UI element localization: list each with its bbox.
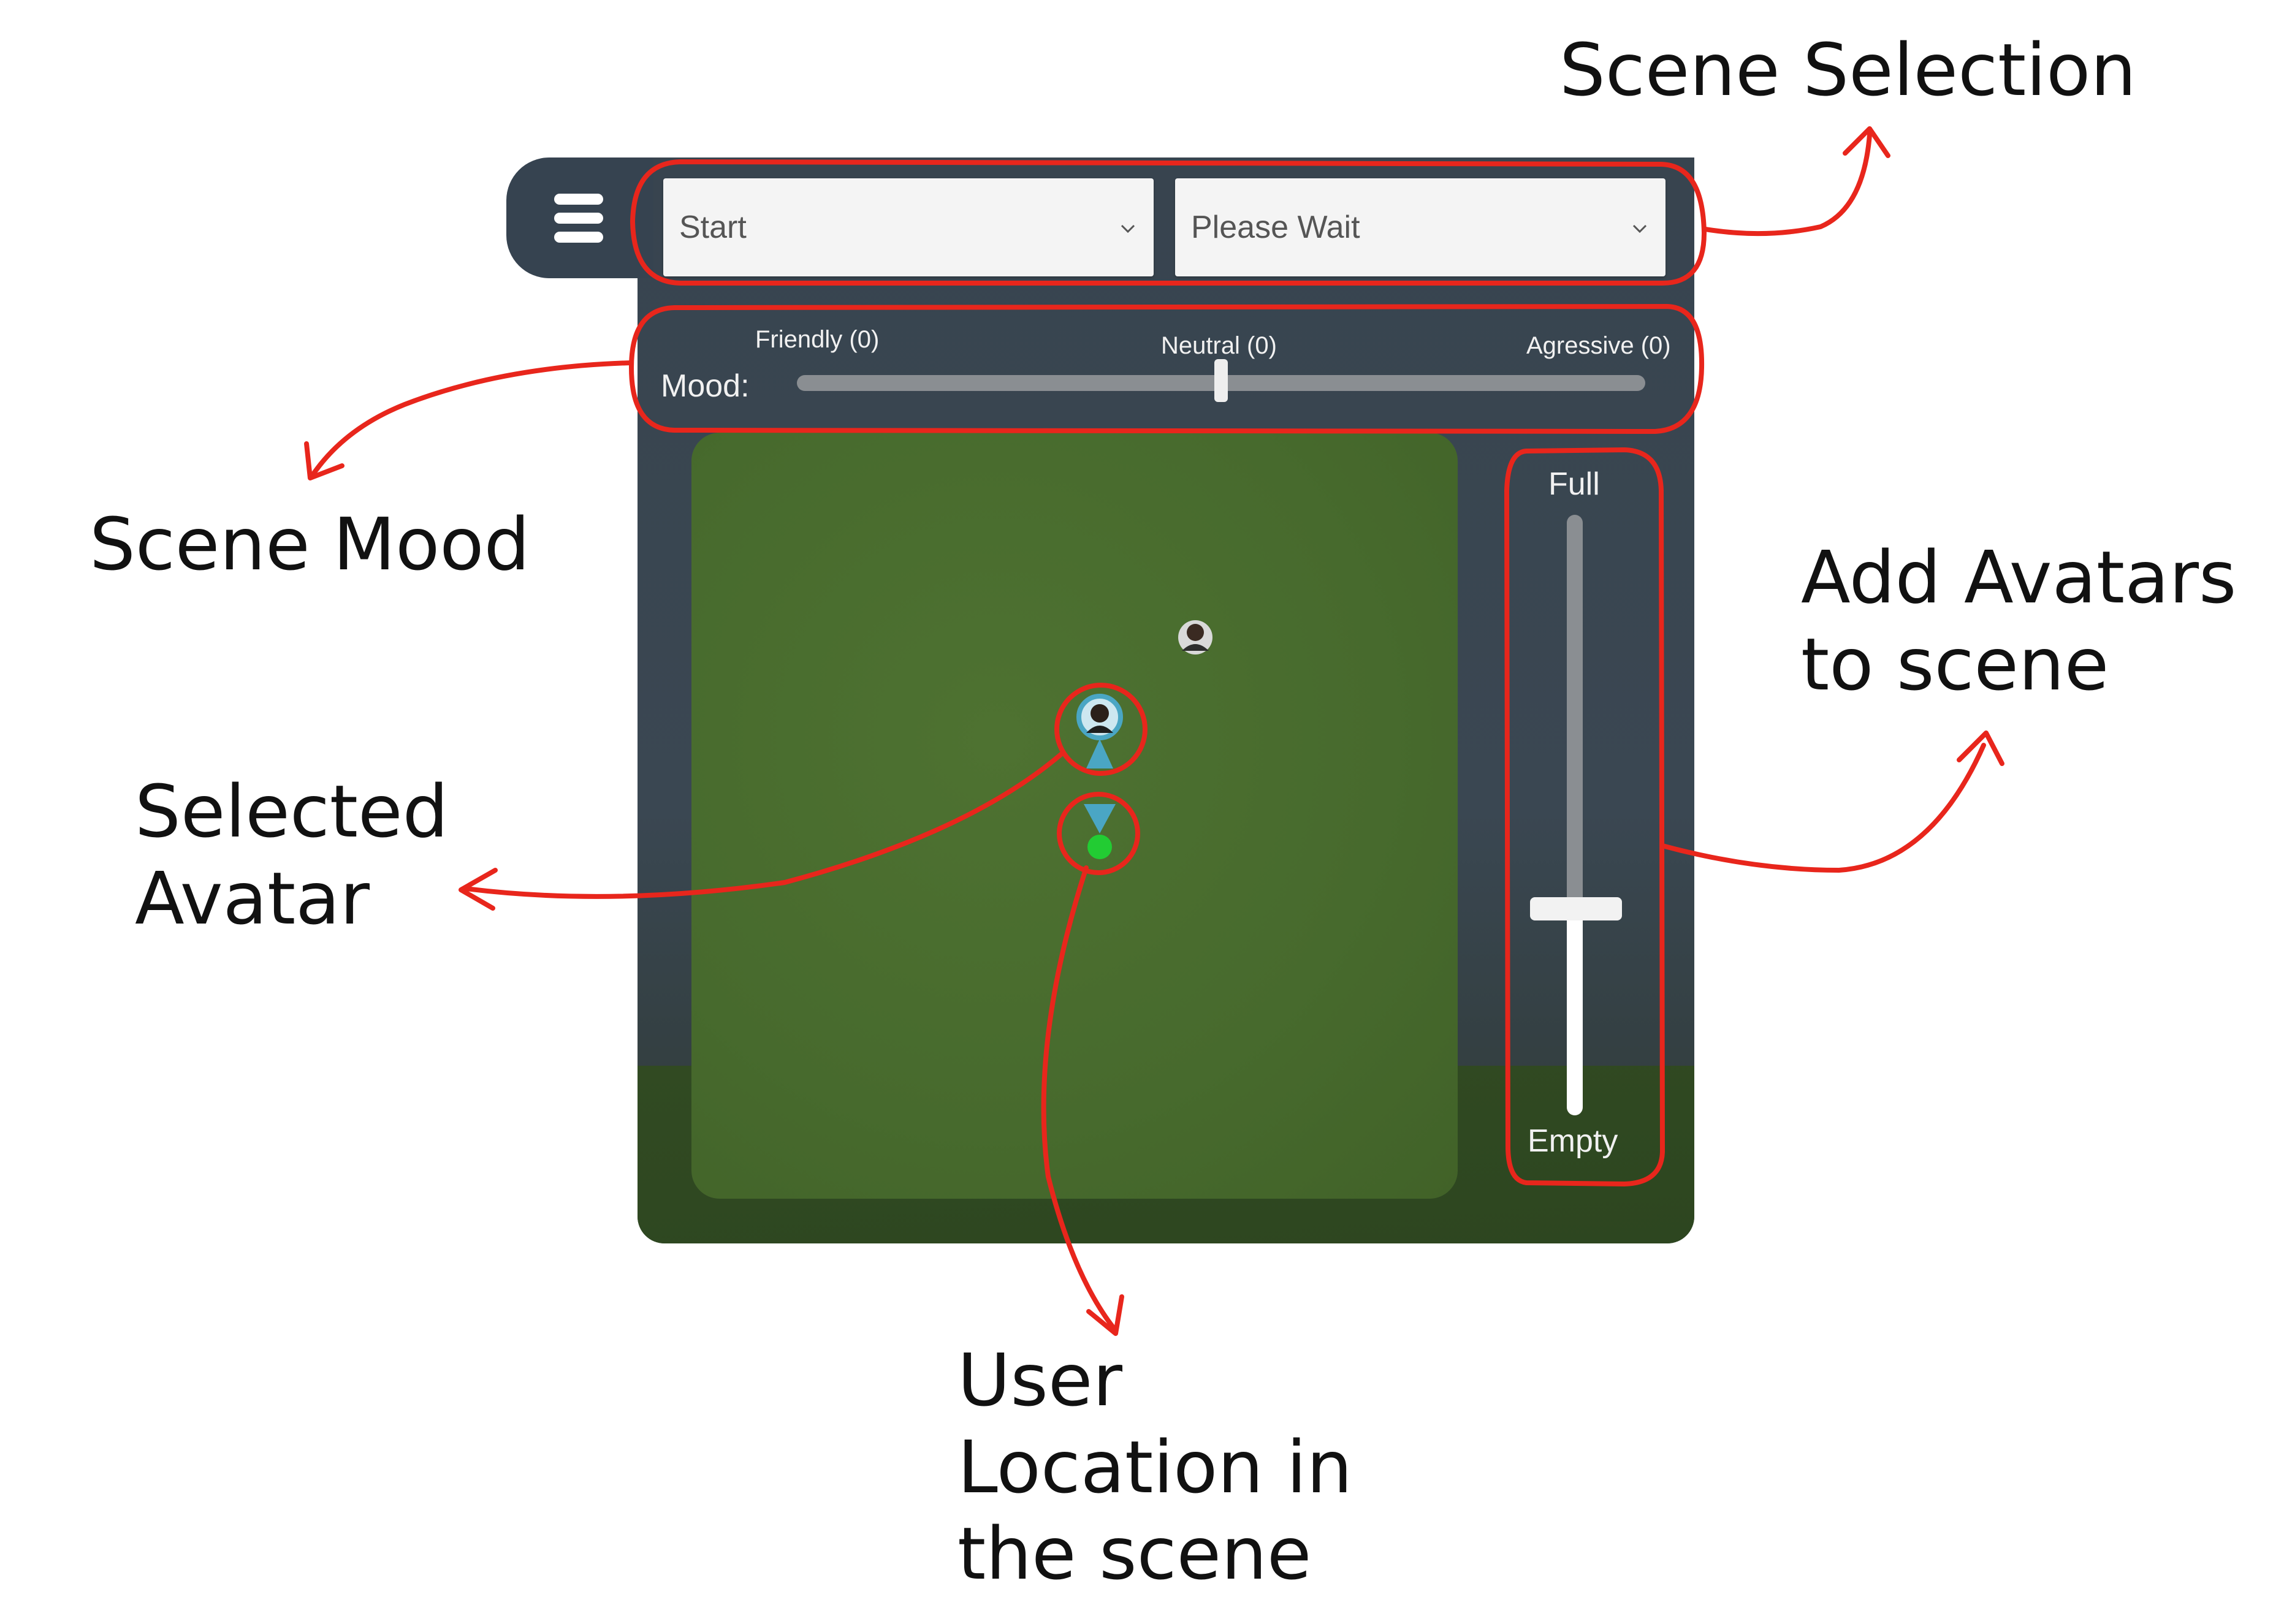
selected-avatar-arrow [463,751,1064,899]
annotation-scene-selection: Scene Selection [1559,28,2137,112]
mood-highlight [629,304,1705,434]
annotation-add-avatars: Add Avatars to scene [1801,534,2236,708]
scene-selection-highlight [630,159,1707,286]
add-avatars-arrow [1660,743,1986,873]
annotation-selected-avatar-line2: Avatar [135,856,370,941]
annotation-selected-avatar-line1: Selected [135,769,449,854]
user-location-arrow [1041,865,1116,1330]
annotation-user-location: User Location in the scene [957,1337,1352,1598]
user-location-marker [1084,804,1116,859]
annotation-scene-mood: Scene Mood [89,502,530,586]
avatar-marker-other[interactable] [1178,620,1212,655]
scene-mood-arrow [309,360,634,479]
annotation-user-location-line1: User [957,1338,1122,1422]
scene-selection-arrow [1703,132,1872,237]
annotation-user-location-line3: the scene [957,1511,1312,1596]
avatar-marker-selected[interactable] [1076,694,1123,768]
avatar-fill-highlight [1504,447,1665,1186]
annotation-selected-avatar: Selected Avatar [135,768,449,942]
annotation-add-avatars-line1: Add Avatars [1801,535,2237,620]
annotation-user-location-line2: Location in [957,1424,1353,1509]
annotation-add-avatars-line2: to scene [1801,621,2109,707]
